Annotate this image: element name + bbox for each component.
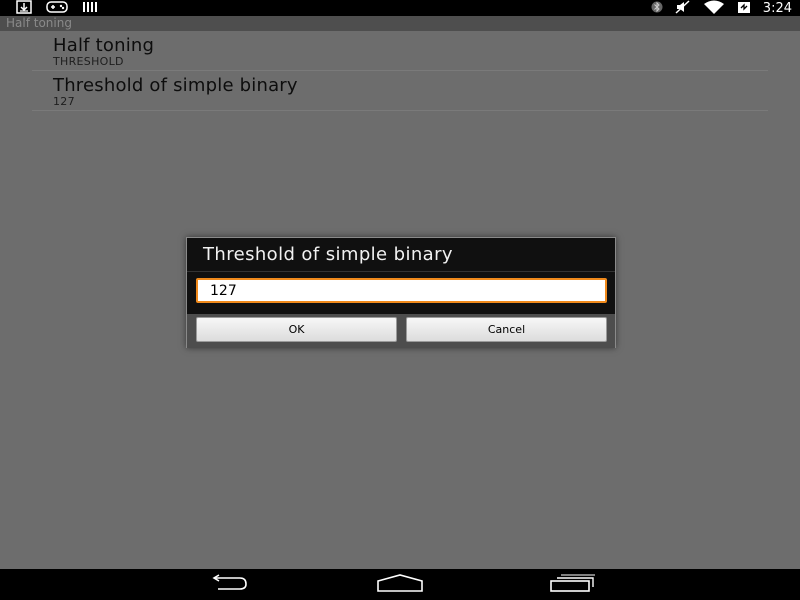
barcode-icon [82, 0, 98, 18]
preference-threshold[interactable]: Threshold of simple binary 127 [32, 71, 768, 111]
preference-summary: 127 [53, 95, 75, 108]
back-button[interactable] [198, 574, 258, 596]
screen: 3:24 Half toning Half toning THRESHOLD T… [0, 0, 800, 600]
status-bar: 3:24 [0, 0, 800, 16]
download-icon [16, 0, 32, 18]
dialog-button-bar: OK Cancel [187, 314, 615, 348]
preference-summary: THRESHOLD [53, 55, 124, 68]
ok-button[interactable]: OK [196, 317, 397, 342]
dialog-divider [187, 271, 615, 272]
back-icon [204, 574, 252, 596]
preference-title: Half toning [53, 35, 155, 56]
recents-icon [547, 574, 597, 596]
system-icons: 3:24 [651, 0, 792, 16]
home-icon [374, 574, 426, 596]
bluetooth-icon [651, 0, 663, 18]
home-button[interactable] [370, 574, 430, 596]
threshold-input[interactable] [196, 278, 607, 303]
wifi-icon [703, 0, 725, 18]
preference-title: Threshold of simple binary [53, 75, 298, 96]
threshold-dialog: Threshold of simple binary OK Cancel [186, 237, 616, 348]
action-bar: Half toning [0, 16, 800, 31]
game-controller-icon [46, 0, 68, 18]
dialog-title: Threshold of simple binary [203, 244, 453, 265]
preference-half-toning[interactable]: Half toning THRESHOLD [32, 31, 768, 71]
cancel-button[interactable]: Cancel [406, 317, 607, 342]
notification-icons [16, 0, 98, 18]
app-title: Half toning [6, 16, 72, 30]
preference-list: Half toning THRESHOLD Threshold of simpl… [0, 31, 800, 111]
status-time: 3:24 [762, 0, 792, 16]
recents-button[interactable] [542, 574, 602, 596]
battery-icon [737, 0, 751, 18]
mute-icon [675, 0, 691, 18]
navigation-bar [0, 569, 800, 600]
